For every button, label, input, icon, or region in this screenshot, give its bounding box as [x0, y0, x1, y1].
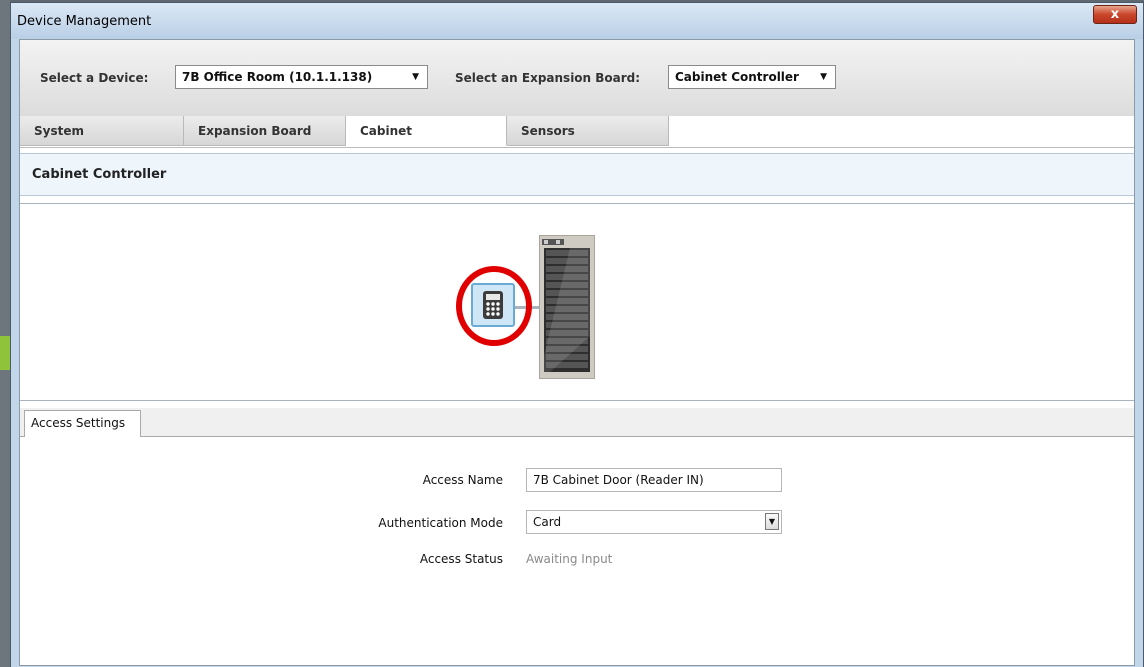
window-title: Device Management — [17, 14, 152, 29]
cabinet-glyph — [542, 239, 590, 372]
tab-label: Cabinet — [360, 124, 413, 138]
server-cabinet-icon[interactable] — [539, 235, 595, 379]
section-title: Cabinet Controller — [32, 167, 167, 182]
auth-mode-value: Card — [533, 515, 562, 529]
background-accent — [0, 336, 10, 370]
expansion-board-select-value: Cabinet Controller — [675, 70, 799, 84]
settings-tabs: Access Settings — [20, 408, 1134, 438]
window-content: Select a Device: 7B Office Room (10.1.1.… — [19, 39, 1135, 666]
chevron-down-icon: ▼ — [820, 72, 827, 82]
access-settings-form: Access Name 7B Cabinet Door (Reader IN) … — [20, 437, 1134, 665]
close-button[interactable]: x — [1093, 5, 1137, 24]
auth-mode-select[interactable]: Card ▼ — [526, 510, 782, 534]
access-name-label: Access Name — [422, 473, 503, 487]
device-select-label: Select a Device: — [40, 71, 149, 85]
access-status-value: Awaiting Input — [526, 552, 613, 566]
tab-cabinet[interactable]: Cabinet — [346, 116, 507, 146]
tab-access-settings[interactable]: Access Settings — [24, 410, 141, 438]
chevron-down-icon: ▼ — [412, 72, 419, 82]
device-select-value: 7B Office Room (10.1.1.138) — [182, 70, 373, 84]
access-status-label: Access Status — [419, 552, 503, 566]
expansion-board-select-label: Select an Expansion Board: — [455, 71, 641, 85]
main-tabs: System Expansion Board Cabinet Sensors — [20, 116, 1134, 148]
tab-expansion-board[interactable]: Expansion Board — [184, 116, 346, 146]
access-name-field[interactable]: 7B Cabinet Door (Reader IN) — [526, 468, 782, 492]
tab-system[interactable]: System — [20, 116, 184, 146]
expansion-board-select[interactable]: Cabinet Controller ▼ — [668, 65, 836, 89]
tab-label: Access Settings — [31, 416, 126, 430]
cabinet-diagram — [20, 203, 1134, 401]
close-icon: x — [1110, 7, 1120, 22]
tab-label: Sensors — [521, 124, 575, 138]
highlight-ring — [456, 266, 532, 346]
background-desktop — [0, 0, 10, 667]
tab-label: Expansion Board — [198, 124, 312, 138]
device-select[interactable]: 7B Office Room (10.1.1.138) ▼ — [175, 65, 428, 89]
tab-sensors[interactable]: Sensors — [507, 116, 669, 146]
device-toolbar: Select a Device: 7B Office Room (10.1.1.… — [20, 40, 1134, 117]
chevron-down-icon[interactable]: ▼ — [765, 513, 779, 530]
tab-label: System — [34, 124, 84, 138]
access-name-value: 7B Cabinet Door (Reader IN) — [533, 473, 704, 487]
device-management-window: Device Management x Select a Device: 7B … — [10, 2, 1144, 667]
auth-mode-label: Authentication Mode — [378, 516, 503, 530]
title-bar[interactable]: Device Management x — [11, 3, 1143, 39]
section-header: Cabinet Controller — [20, 153, 1134, 196]
